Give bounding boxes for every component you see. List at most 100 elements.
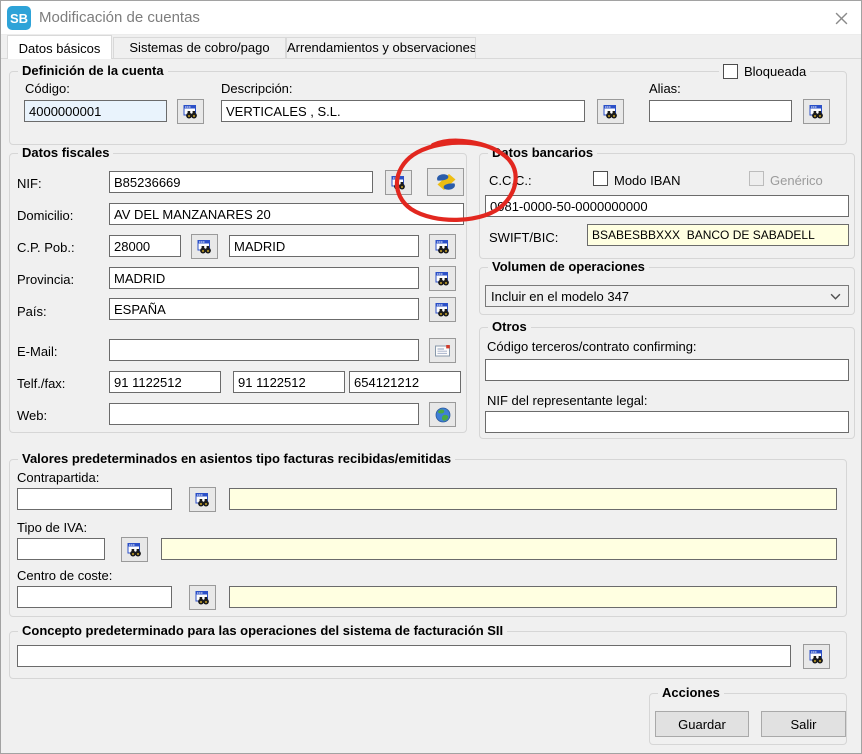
poblacion-search-button[interactable] (429, 234, 456, 259)
descripcion-search-button[interactable] (597, 99, 624, 124)
telefono2-input[interactable] (233, 371, 345, 393)
binoculars-icon (809, 104, 825, 120)
binoculars-icon (127, 542, 143, 558)
descripcion-input[interactable] (221, 100, 585, 122)
envelope-icon (435, 345, 451, 357)
concepto-sii-input[interactable] (17, 645, 791, 667)
binoculars-icon (195, 590, 211, 606)
contrapartida-desc-field (229, 488, 837, 510)
centro-coste-label: Centro de coste: (17, 568, 112, 583)
tab-sistemas-cobro-pago[interactable]: Sistemas de cobro/pago (113, 37, 286, 59)
swift-bic-label: SWIFT/BIC: (489, 230, 558, 245)
ccc-input[interactable] (485, 195, 849, 217)
title-bar: SB Modificación de cuentas (1, 1, 861, 35)
nif-validate-aeat-button[interactable] (427, 168, 464, 196)
binoculars-icon (183, 104, 199, 120)
group-acciones-legend: Acciones (658, 685, 724, 700)
dialog-modificacion-de-cuentas: SB Modificación de cuentas Datos básicos… (0, 0, 862, 754)
tab-arrendamientos-observaciones[interactable]: Arrendamientos y observaciones (286, 37, 476, 59)
cp-search-button[interactable] (191, 234, 218, 259)
bloqueada-checkbox[interactable] (723, 64, 738, 79)
pais-input[interactable] (109, 298, 419, 320)
movil-input[interactable] (349, 371, 461, 393)
alias-search-button[interactable] (803, 99, 830, 124)
contrapartida-input[interactable] (17, 488, 172, 510)
close-icon (835, 12, 848, 25)
centro-coste-input[interactable] (17, 586, 172, 608)
provincia-label: Provincia: (17, 272, 74, 287)
domicilio-label: Domicilio: (17, 208, 73, 223)
group-bancarios-legend: Datos bancarios (488, 145, 597, 160)
cp-input[interactable] (109, 235, 181, 257)
nif-label: NIF: (17, 176, 42, 191)
binoculars-icon (435, 271, 451, 287)
binoculars-icon (435, 302, 451, 318)
group-sii-legend: Concepto predeterminado para las operaci… (18, 623, 507, 638)
nif-representante-label: NIF del representante legal: (487, 393, 647, 408)
ccc-label: C.C.C.: (489, 173, 532, 188)
generico-label: Genérico (770, 173, 823, 188)
nif-search-button[interactable] (385, 170, 412, 195)
send-email-button[interactable] (429, 338, 456, 363)
provincia-search-button[interactable] (429, 266, 456, 291)
cp-pob-label: C.P. Pob.: (17, 240, 75, 255)
salir-button[interactable]: Salir (761, 711, 846, 737)
bloqueada-checkbox-row: Bloqueada (719, 64, 810, 79)
close-button[interactable] (830, 8, 852, 28)
codigo-search-button[interactable] (177, 99, 204, 124)
web-label: Web: (17, 408, 47, 423)
tipo-iva-input[interactable] (17, 538, 105, 560)
binoculars-icon (809, 649, 825, 665)
group-definicion-legend: Definición de la cuenta (18, 63, 168, 78)
swift-bic-input[interactable] (587, 224, 849, 246)
domicilio-input[interactable] (109, 203, 464, 225)
binoculars-icon (197, 239, 213, 255)
codigo-terceros-label: Código terceros/contrato confirming: (487, 339, 697, 354)
tipo-iva-desc-field (161, 538, 837, 560)
volumen-selected-value: Incluir en el modelo 347 (491, 289, 629, 304)
telefono1-input[interactable] (109, 371, 221, 393)
group-otros-legend: Otros (488, 319, 531, 334)
contrapartida-search-button[interactable] (189, 487, 216, 512)
descripcion-label: Descripción: (221, 81, 293, 96)
alias-input[interactable] (649, 100, 792, 122)
guardar-button[interactable]: Guardar (655, 711, 749, 737)
tipo-iva-label: Tipo de IVA: (17, 520, 87, 535)
volumen-operaciones-select[interactable]: Incluir en el modelo 347 (485, 285, 849, 307)
binoculars-icon (195, 492, 211, 508)
poblacion-input[interactable] (229, 235, 419, 257)
group-fiscales-legend: Datos fiscales (18, 145, 113, 160)
modo-iban-checkbox[interactable] (593, 171, 608, 186)
group-valores-legend: Valores predeterminados en asientos tipo… (18, 451, 455, 466)
tab-datos-basicos[interactable]: Datos básicos (7, 35, 112, 59)
codigo-terceros-input[interactable] (485, 359, 849, 381)
group-volumen-legend: Volumen de operaciones (488, 259, 649, 274)
email-input[interactable] (109, 339, 419, 361)
binoculars-icon (435, 239, 451, 255)
web-input[interactable] (109, 403, 419, 425)
pais-label: País: (17, 304, 47, 319)
globe-icon (435, 407, 451, 423)
centro-coste-search-button[interactable] (189, 585, 216, 610)
provincia-input[interactable] (109, 267, 419, 289)
window-title: Modificación de cuentas (39, 9, 200, 26)
app-logo-icon: SB (7, 6, 31, 30)
nif-representante-input[interactable] (485, 411, 849, 433)
generico-checkbox (749, 171, 764, 186)
alias-label: Alias: (649, 81, 681, 96)
codigo-input[interactable] (24, 100, 167, 122)
tipo-iva-search-button[interactable] (121, 537, 148, 562)
modo-iban-label: Modo IBAN (614, 173, 680, 188)
aeat-logo-icon (435, 173, 457, 191)
codigo-label: Código: (25, 81, 70, 96)
telf-fax-label: Telf./fax: (17, 376, 65, 391)
centro-coste-desc-field (229, 586, 837, 608)
email-label: E-Mail: (17, 344, 57, 359)
binoculars-icon (603, 104, 619, 120)
open-web-button[interactable] (429, 402, 456, 427)
concepto-sii-search-button[interactable] (803, 644, 830, 669)
pais-search-button[interactable] (429, 297, 456, 322)
chevron-down-icon (830, 293, 841, 300)
binoculars-icon (391, 175, 407, 191)
nif-input[interactable] (109, 171, 373, 193)
